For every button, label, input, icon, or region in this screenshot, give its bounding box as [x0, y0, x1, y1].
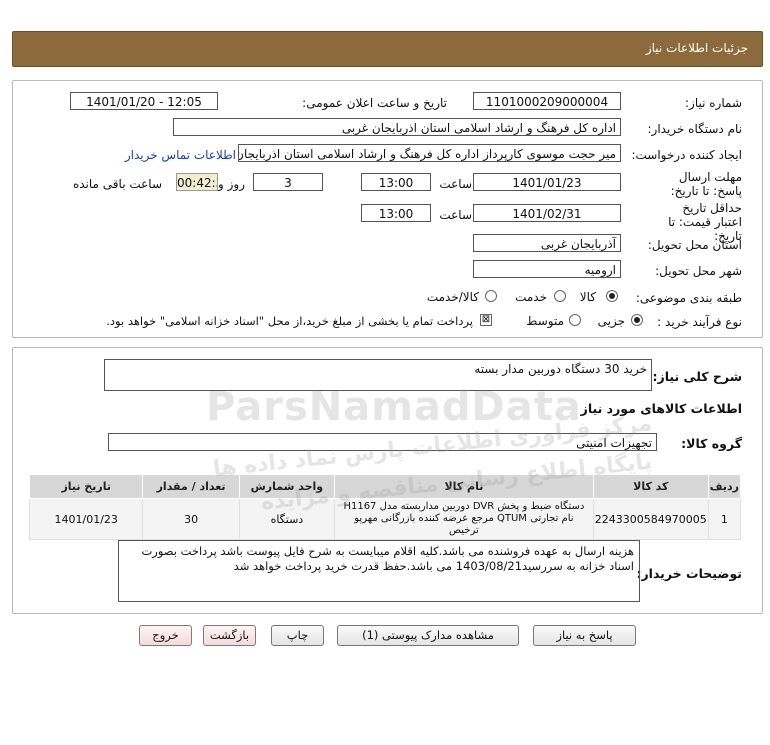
exit-button[interactable]: خروج [139, 625, 192, 646]
goods-name-cell: دستگاه ضبط و پخش DVR دوربین مداربسته مدل… [334, 498, 594, 540]
delivery-city-label: شهر محل تحویل: [655, 264, 742, 278]
process-medium-label: متوسط [526, 314, 564, 328]
time-remaining-label: ساعت باقی مانده [72, 177, 162, 191]
category-service-radio[interactable] [554, 290, 566, 302]
validity-date-field[interactable]: 1401/02/31 [473, 204, 621, 222]
treasury-note: پرداخت تمام یا بخشی از مبلغ خرید،از محل … [106, 314, 473, 328]
goods-info-title: اطلاعات کالاهای مورد نیاز [580, 401, 742, 416]
page-header: جزئیات اطلاعات نیاز [12, 31, 763, 67]
days-label: روز و [218, 177, 245, 191]
buyer-org-field[interactable]: اداره کل فرهنگ و ارشاد اسلامی استان اذرب… [173, 118, 621, 136]
col-unit-header: واحد شمارش [238, 474, 336, 499]
announce-date-label: تاریخ و ساعت اعلان عمومی: [302, 96, 447, 110]
col-qty-header: تعداد / مقدار [142, 474, 240, 499]
treasury-checkbox[interactable]: ⊠ [480, 314, 492, 326]
buyer-contact-link[interactable]: اطلاعات تماس خریدار [125, 148, 236, 162]
category-label: طبقه بندی موضوعی: [635, 291, 742, 305]
col-date-header: تاریخ نیاز [28, 474, 144, 499]
delivery-province-label: استان محل تحویل: [647, 238, 742, 252]
deadline-time-field[interactable]: 13:00 [361, 173, 431, 191]
delivery-province-field[interactable]: آذربایجان غربی [473, 234, 621, 252]
category-goods-service-label: کالا/خدمت [426, 290, 479, 304]
validity-time-label: ساعت [439, 208, 472, 222]
validity-time-field[interactable]: 13:00 [361, 204, 431, 222]
page-title: جزئیات اطلاعات نیاز [645, 41, 748, 55]
category-goods-radio[interactable] [606, 290, 618, 302]
category-service-label: خدمت [515, 290, 547, 304]
need-number-label: شماره نیاز: [685, 96, 742, 110]
view-attachments-button[interactable]: مشاهده مدارک پیوستی (1) [337, 625, 519, 646]
col-code-header: کد کالا [592, 474, 709, 499]
table-row: 1 2243300584970005 دستگاه ضبط و پخش DVR … [28, 498, 742, 540]
unit-cell: دستگاه [238, 498, 336, 540]
days-remaining-field: 3 [253, 173, 323, 191]
category-goods-service-radio[interactable] [485, 290, 497, 302]
buyer-notes-box: هزینه ارسال به عهده فروشنده می باشد.کلیه… [118, 540, 640, 602]
goods-table: ردیف کد کالا نام کالا واحد شمارش تعداد /… [28, 474, 742, 540]
buyer-notes-label: توضیحات خریدار: [636, 566, 742, 581]
process-medium-radio[interactable] [569, 314, 581, 326]
purchase-process-label: نوع فرآیند خرید : [657, 315, 742, 329]
col-row-header: ردیف [707, 474, 742, 499]
print-button[interactable]: چاپ [271, 625, 324, 646]
quantity-cell: 30 [142, 498, 240, 540]
goods-code-cell: 2243300584970005 [592, 498, 709, 540]
deadline-time-label: ساعت [439, 177, 472, 191]
process-minor-label: جزیی [597, 314, 625, 328]
need-date-cell: 1401/01/23 [28, 498, 144, 540]
delivery-city-field[interactable]: ارومیه [473, 260, 621, 278]
buyer-org-label: نام دستگاه خریدار: [647, 122, 743, 136]
need-summary-field: خرید 30 دستگاه دوربین مدار بسته [104, 359, 652, 391]
goods-group-field: تجهیزات امنیتی [108, 433, 657, 451]
process-minor-radio[interactable] [631, 314, 643, 326]
back-button[interactable]: بازگشت [203, 625, 256, 646]
goods-table-header: ردیف کد کالا نام کالا واحد شمارش تعداد /… [28, 474, 742, 499]
requester-field[interactable]: میر حجت موسوی کارپرداز اداره کل فرهنگ و … [238, 144, 621, 162]
col-name-header: نام کالا [334, 474, 594, 499]
announce-date-field[interactable]: 1401/01/20 - 12:05 [70, 92, 218, 110]
price-validity-label: حداقل تاریخ اعتبار قیمت: تا تاریخ: [668, 201, 742, 243]
need-summary-label: شرح کلی نیاز: [652, 369, 742, 384]
deadline-label: مهلت ارسال پاسخ: تا تاریخ: [670, 170, 742, 198]
category-goods-label: کالا [579, 290, 596, 304]
time-remaining-field: 00:42:31 [176, 173, 218, 191]
goods-group-label: گروه کالا: [681, 436, 742, 451]
requester-label: ایجاد کننده درخواست: [631, 148, 742, 162]
reply-to-need-button[interactable]: پاسخ به نیاز [533, 625, 636, 646]
deadline-date-field[interactable]: 1401/01/23 [473, 173, 621, 191]
row-number-cell: 1 [707, 498, 742, 540]
need-number-field[interactable]: 1101000209000004 [473, 92, 621, 110]
